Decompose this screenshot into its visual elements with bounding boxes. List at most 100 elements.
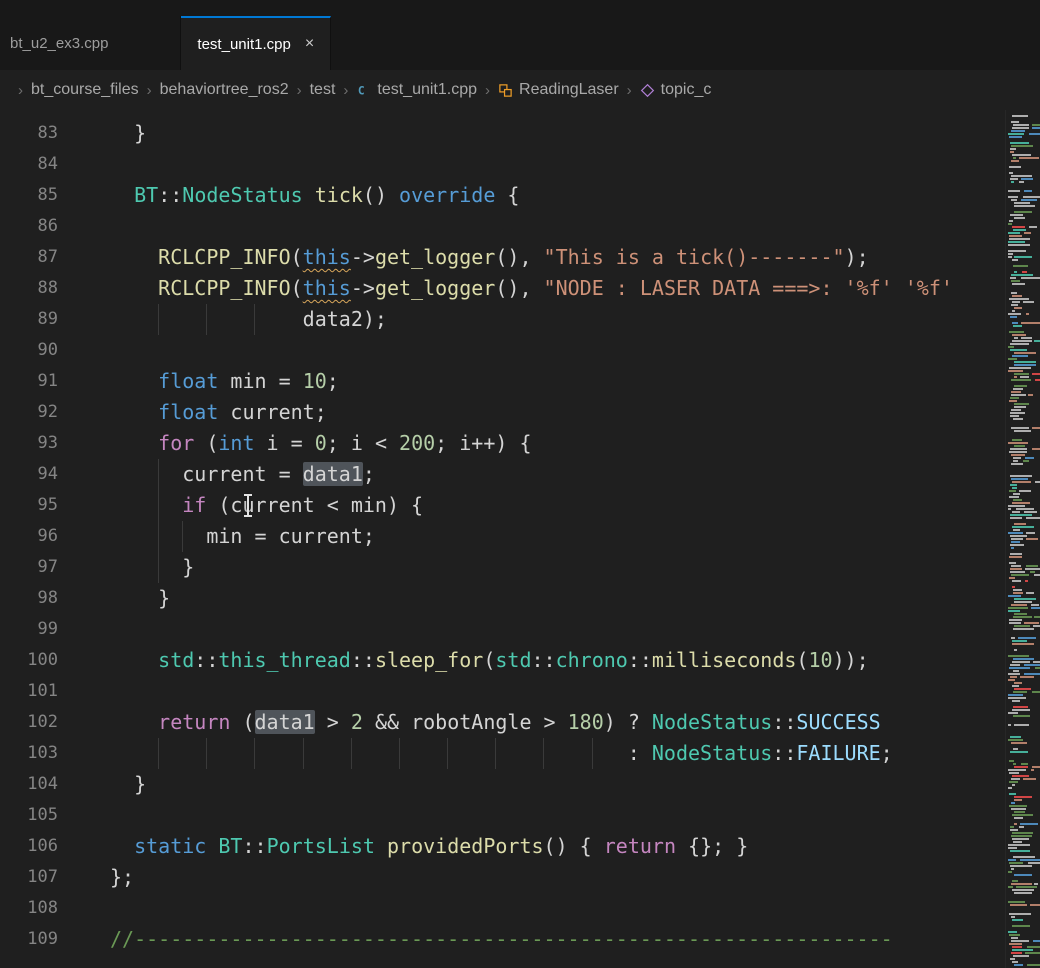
line-number: 93: [0, 428, 58, 459]
indent-guide: [182, 521, 183, 552]
breadcrumb-item-readinglaser[interactable]: ReadingLaser: [498, 81, 619, 99]
minimap[interactable]: [1005, 110, 1040, 968]
breadcrumb-label: ReadingLaser: [519, 81, 619, 99]
code-line[interactable]: 97 }: [0, 552, 1005, 583]
code-line[interactable]: 103 : NodeStatus::FAILURE;: [0, 738, 1005, 769]
code-text: RCLCPP_INFO(this->get_logger(), "This is…: [58, 242, 1005, 273]
code-line[interactable]: 92 float current;: [0, 397, 1005, 428]
breadcrumb-item-topic-c[interactable]: topic_c: [640, 81, 712, 99]
code-text: data2);: [58, 304, 1005, 335]
indent-guide: [495, 738, 496, 769]
code-line[interactable]: 106 static BT::PortsList providedPorts()…: [0, 831, 1005, 862]
code-text: float min = 10;: [58, 366, 1005, 397]
code-line[interactable]: 96 min = current;: [0, 521, 1005, 552]
tab-bar: bt_u2_ex3.cpp test_unit1.cpp ×: [0, 16, 1040, 70]
line-number: 85: [0, 180, 58, 211]
editor: 83 }8485 BT::NodeStatus tick() override …: [0, 110, 1040, 968]
code-text: current = data1;: [58, 459, 1005, 490]
code-line[interactable]: 100 std::this_thread::sleep_for(std::chr…: [0, 645, 1005, 676]
code-line[interactable]: 84: [0, 149, 1005, 180]
indent-guide: [206, 304, 207, 335]
breadcrumb: ›bt_course_files›behaviortree_ros2›test›…: [0, 70, 1040, 110]
chevron-right-icon: ›: [297, 82, 302, 99]
code-line[interactable]: 88 RCLCPP_INFO(this->get_logger(), "NODE…: [0, 273, 1005, 304]
code-line[interactable]: 90: [0, 335, 1005, 366]
indent-guide: [158, 459, 159, 490]
indent-guide: [447, 738, 448, 769]
line-number: 83: [0, 118, 58, 149]
code-line[interactable]: 105: [0, 800, 1005, 831]
line-number: 109: [0, 924, 58, 955]
code-line[interactable]: 102 return (data1 > 2 && robotAngle > 18…: [0, 707, 1005, 738]
code-line[interactable]: 104 }: [0, 769, 1005, 800]
chevron-right-icon: ›: [18, 82, 23, 99]
code-text: BT::NodeStatus tick() override {: [58, 180, 1005, 211]
indent-guide: [543, 738, 544, 769]
tab-label: test_unit1.cpp: [197, 36, 290, 53]
code-line[interactable]: 85 BT::NodeStatus tick() override {: [0, 180, 1005, 211]
code-line[interactable]: 89 data2);: [0, 304, 1005, 335]
tab-bt_u2_ex3-cpp[interactable]: bt_u2_ex3.cpp: [0, 16, 181, 70]
code-line[interactable]: 86: [0, 211, 1005, 242]
method-icon: [640, 83, 655, 98]
titlebar-strip: [0, 0, 1040, 16]
svg-text:C: C: [358, 84, 365, 97]
line-number: 108: [0, 893, 58, 924]
line-number: 94: [0, 459, 58, 490]
line-number: 99: [0, 614, 58, 645]
code-line[interactable]: 91 float min = 10;: [0, 366, 1005, 397]
breadcrumb-label: test_unit1.cpp: [377, 81, 477, 99]
code-line[interactable]: 95 if (current < min) {: [0, 490, 1005, 521]
indent-guide: [592, 738, 593, 769]
line-number: 89: [0, 304, 58, 335]
line-number: 97: [0, 552, 58, 583]
breadcrumb-item-test[interactable]: test: [310, 81, 336, 99]
code-line[interactable]: 108: [0, 893, 1005, 924]
line-number: 98: [0, 583, 58, 614]
code-line[interactable]: 83 }: [0, 118, 1005, 149]
code-line[interactable]: 109//-----------------------------------…: [0, 924, 1005, 955]
indent-guide: [254, 304, 255, 335]
code-text: }: [58, 769, 1005, 800]
breadcrumb-item-behaviortree-ros2[interactable]: behaviortree_ros2: [160, 81, 289, 99]
breadcrumb-item-bt-course-files[interactable]: bt_course_files: [31, 81, 139, 99]
indent-guide: [206, 738, 207, 769]
code-text: }: [58, 552, 1005, 583]
code-line[interactable]: 101: [0, 676, 1005, 707]
close-icon[interactable]: ×: [305, 36, 314, 52]
code-text: [58, 800, 1005, 831]
breadcrumb-label: behaviortree_ros2: [160, 81, 289, 99]
code-text: //--------------------------------------…: [58, 924, 1005, 955]
tab-label: bt_u2_ex3.cpp: [10, 35, 108, 52]
code-line[interactable]: 93 for (int i = 0; i < 200; i++) {: [0, 428, 1005, 459]
code-line[interactable]: 87 RCLCPP_INFO(this->get_logger(), "This…: [0, 242, 1005, 273]
breadcrumb-item-test-unit1-cpp[interactable]: Ctest_unit1.cpp: [356, 81, 477, 99]
code-text: return (data1 > 2 && robotAngle > 180) ?…: [58, 707, 1005, 738]
code-text: };: [58, 862, 1005, 893]
code-line[interactable]: 99: [0, 614, 1005, 645]
code-text: RCLCPP_INFO(this->get_logger(), "NODE : …: [58, 273, 1005, 304]
code-text: [58, 211, 1005, 242]
indent-guide: [158, 738, 159, 769]
line-number: 100: [0, 645, 58, 676]
code-line[interactable]: 107};: [0, 862, 1005, 893]
class-icon: [498, 83, 513, 98]
code-text: [58, 614, 1005, 645]
indent-guide: [303, 738, 304, 769]
line-number: 92: [0, 397, 58, 428]
line-number: 90: [0, 335, 58, 366]
line-number: 103: [0, 738, 58, 769]
code-text: [58, 893, 1005, 924]
line-number: 96: [0, 521, 58, 552]
tab-test_unit1-cpp[interactable]: test_unit1.cpp ×: [181, 16, 331, 70]
chevron-right-icon: ›: [485, 82, 490, 99]
line-number: 91: [0, 366, 58, 397]
line-number: 101: [0, 676, 58, 707]
indent-guide: [158, 552, 159, 583]
code-lines[interactable]: 83 }8485 BT::NodeStatus tick() override …: [0, 110, 1005, 968]
code-text: : NodeStatus::FAILURE;: [58, 738, 1005, 769]
code-text: }: [58, 118, 1005, 149]
code-line[interactable]: 98 }: [0, 583, 1005, 614]
code-text: }: [58, 583, 1005, 614]
code-line[interactable]: 94 current = data1;: [0, 459, 1005, 490]
